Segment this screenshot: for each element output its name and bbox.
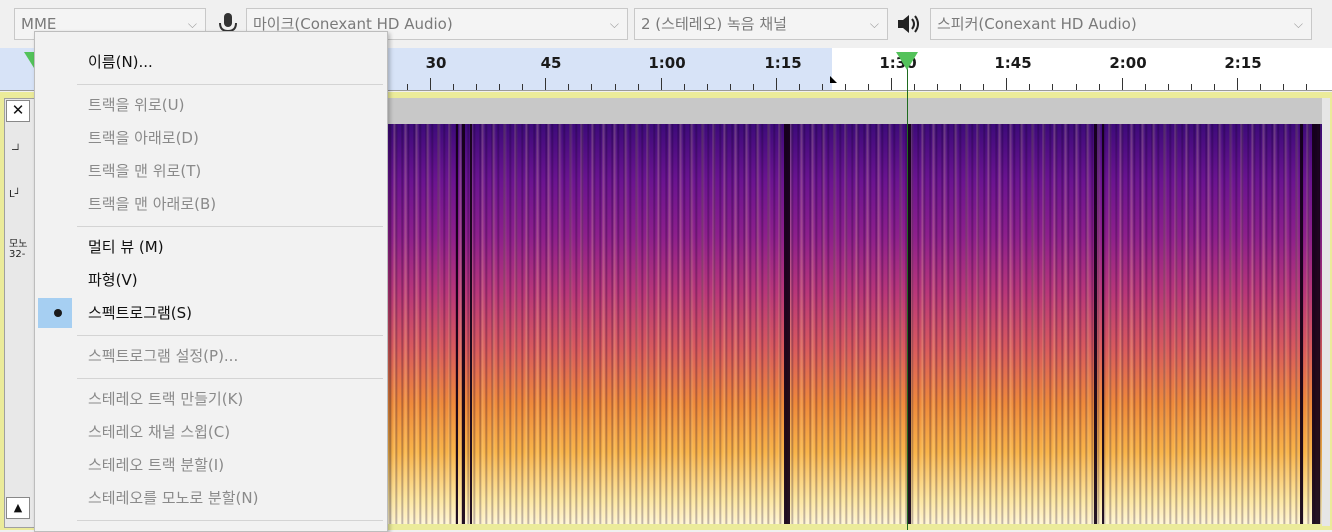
- ruler-tick: [776, 78, 777, 90]
- chevron-down-icon: ⌵: [609, 17, 619, 31]
- ruler-tick: [1168, 84, 1169, 90]
- menu-item-split-stereo[interactable]: 스테레오 트랙 분할(I): [35, 450, 387, 480]
- ruler-label: 30: [425, 54, 447, 72]
- close-track-button[interactable]: ✕: [6, 100, 30, 122]
- ruler-tick: [1214, 84, 1215, 90]
- menu-item-multi-view[interactable]: 멀티 뷰 (M): [35, 232, 387, 262]
- ruler-tick: [453, 84, 454, 90]
- ruler-tick: [960, 84, 961, 90]
- ruler-tick: [1145, 84, 1146, 90]
- menu-separator: [77, 335, 383, 336]
- ruler-tick: [891, 78, 892, 90]
- menu-separator: [77, 84, 383, 85]
- menu-separator: [77, 378, 383, 379]
- track-info-rate: 32-: [9, 249, 26, 260]
- menu-item-move-top[interactable]: 트랙을 맨 위로(T): [35, 156, 387, 186]
- ruler-tick: [684, 84, 685, 90]
- ruler-tick: [638, 84, 639, 90]
- menu-item-spectrogram[interactable]: 스펙트로그램(S): [35, 298, 387, 328]
- menu-item-waveform[interactable]: 파형(V): [35, 265, 387, 295]
- ruler-tick: [937, 84, 938, 90]
- chevron-down-icon: ⌵: [869, 17, 879, 31]
- ruler-label: 45: [540, 54, 562, 72]
- spectrogram-band: [462, 124, 465, 524]
- ruler-tick: [430, 78, 431, 90]
- track-control-panel[interactable]: ╶┘ L┘ 모노 32-: [4, 98, 36, 528]
- track-right-edge: [1322, 98, 1330, 526]
- menu-item-spectrogram-label: 스펙트로그램(S): [88, 304, 193, 322]
- playhead-marker[interactable]: [896, 52, 918, 70]
- ruler-tick: [1029, 84, 1030, 90]
- playback-device-select[interactable]: 스피커(Conexant HD Audio) ⌵: [930, 8, 1312, 40]
- menu-item-move-up[interactable]: 트랙을 위로(U): [35, 90, 387, 120]
- spectrogram-band: [1094, 124, 1097, 524]
- ruler-tick: [1237, 78, 1238, 90]
- ruler-tick: [914, 84, 915, 90]
- spectrogram-band: [1102, 124, 1104, 524]
- ruler-tick: [1306, 84, 1307, 90]
- ruler-tick: [707, 84, 708, 90]
- spectrogram-band: [1312, 124, 1320, 524]
- chevron-down-icon: ⌵: [1293, 17, 1303, 31]
- ruler-tick: [661, 78, 662, 90]
- ruler-tick: [499, 84, 500, 90]
- menu-item-swap-channels[interactable]: 스테레오 채널 스윕(C): [35, 417, 387, 447]
- ruler-tick: [1076, 84, 1077, 90]
- spectrogram-band: [784, 124, 790, 524]
- ruler-tick: [1260, 84, 1261, 90]
- ruler-tick: [1052, 84, 1053, 90]
- playhead-line: [907, 58, 908, 530]
- ruler-tick: [476, 84, 477, 90]
- playback-device-value: 스피커(Conexant HD Audio): [937, 15, 1137, 33]
- track-pan-slider[interactable]: L┘: [9, 189, 21, 200]
- ruler-label: 1:00: [648, 54, 686, 72]
- ruler-tick: [522, 84, 523, 90]
- ruler-tick: [868, 84, 869, 90]
- ruler-tick: [1283, 84, 1284, 90]
- selection-end-marker[interactable]: [830, 76, 837, 83]
- ruler-tick: [845, 84, 846, 90]
- track-info-format: 모노: [9, 239, 28, 250]
- recording-channels-select[interactable]: 2 (스테레오) 녹음 채널 ⌵: [634, 8, 888, 40]
- speaker-icon: [898, 15, 919, 33]
- ruler-tick: [730, 84, 731, 90]
- ruler-tick: [545, 78, 546, 90]
- ruler-label: 2:15: [1224, 54, 1262, 72]
- spectrogram-band: [456, 124, 458, 524]
- ruler-tick: [1191, 84, 1192, 90]
- ruler-tick: [615, 84, 616, 90]
- spectrogram-band: [1300, 124, 1303, 524]
- menu-item-spectrogram-settings[interactable]: 스펙트로그램 설정(P)...: [35, 341, 387, 371]
- spectrogram-view[interactable]: [386, 124, 1322, 524]
- track-gain-slider[interactable]: ╶┘: [9, 145, 21, 156]
- collapse-track-button[interactable]: ▲: [6, 497, 30, 519]
- ruler-tick: [591, 84, 592, 90]
- menu-separator: [77, 520, 383, 521]
- ruler-tick: [822, 84, 823, 90]
- menu-check-highlight: [38, 298, 72, 328]
- ruler-tick: [1006, 78, 1007, 90]
- ruler-tick: [1099, 84, 1100, 90]
- menu-item-split-stereo-mono[interactable]: 스테레오를 모노로 분할(N): [35, 483, 387, 513]
- ruler-tick: [568, 84, 569, 90]
- menu-item-move-down[interactable]: 트랙을 아래로(D): [35, 123, 387, 153]
- ruler-tick: [1122, 78, 1123, 90]
- ruler-label: 1:15: [764, 54, 802, 72]
- ruler-tick: [407, 84, 408, 90]
- ruler-label: 1:45: [994, 54, 1032, 72]
- radio-dot-icon: [54, 309, 62, 317]
- spectrogram-band: [470, 124, 472, 524]
- clip-title-bar[interactable]: [386, 98, 1322, 125]
- ruler-label: 2:00: [1109, 54, 1147, 72]
- menu-separator: [77, 226, 383, 227]
- menu-item-make-stereo[interactable]: 스테레오 트랙 만들기(K): [35, 384, 387, 414]
- menu-item-move-bottom[interactable]: 트랙을 맨 아래로(B): [35, 189, 387, 219]
- ruler-tick: [753, 84, 754, 90]
- recording-channels-value: 2 (스테레오) 녹음 채널: [641, 15, 787, 33]
- ruler-tick: [799, 84, 800, 90]
- track-context-menu: 이름(N)... 트랙을 위로(U) 트랙을 아래로(D) 트랙을 맨 위로(T…: [34, 31, 388, 532]
- ruler-tick: [983, 84, 984, 90]
- menu-item-name[interactable]: 이름(N)...: [35, 47, 387, 77]
